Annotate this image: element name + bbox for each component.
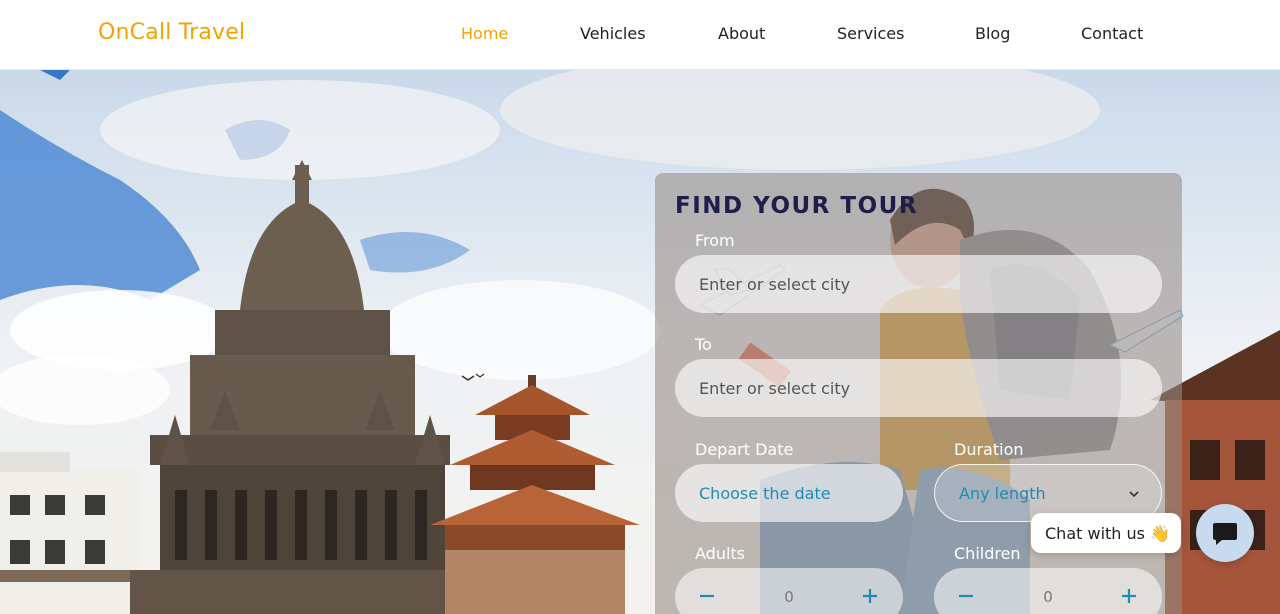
duration-value: Any length [959, 483, 1046, 503]
from-input[interactable]: Enter or select city [675, 255, 1162, 313]
brand-logo[interactable]: OnCall Travel [98, 20, 245, 45]
depart-date-input[interactable]: Choose the date [675, 464, 903, 522]
children-count[interactable]: 0 [1033, 588, 1063, 606]
chat-launcher-button[interactable] [1196, 504, 1254, 562]
nav-services[interactable]: Services [837, 24, 904, 43]
children-stepper: 0 [934, 568, 1162, 614]
panel-title: FIND YOUR TOUR [675, 193, 919, 219]
duration-label: Duration [954, 440, 1024, 459]
chat-with-us-bubble[interactable]: Chat with us 👋 [1031, 513, 1181, 553]
nav-about[interactable]: About [718, 24, 765, 43]
chat-label: Chat with us 👋 [1045, 523, 1170, 543]
depart-date-placeholder: Choose the date [699, 483, 831, 503]
from-label: From [695, 231, 735, 250]
to-input[interactable]: Enter or select city [675, 359, 1162, 417]
children-label: Children [954, 544, 1021, 563]
to-label: To [695, 335, 712, 354]
nav-contact[interactable]: Contact [1081, 24, 1143, 43]
top-navbar: OnCall Travel Home Vehicles About Servic… [0, 0, 1280, 70]
adults-count[interactable]: 0 [774, 588, 804, 606]
from-placeholder: Enter or select city [699, 274, 851, 294]
to-placeholder: Enter or select city [699, 378, 851, 398]
nav-home[interactable]: Home [461, 24, 508, 43]
plus-icon[interactable] [858, 584, 882, 608]
minus-icon[interactable] [954, 584, 978, 608]
adults-label: Adults [695, 544, 746, 563]
nav-blog[interactable]: Blog [975, 24, 1010, 43]
plus-icon[interactable] [1117, 584, 1141, 608]
chevron-down-icon [1129, 491, 1139, 498]
depart-date-label: Depart Date [695, 440, 794, 459]
nav-vehicles[interactable]: Vehicles [580, 24, 646, 43]
chat-icon [1213, 523, 1237, 545]
adults-stepper: 0 [675, 568, 903, 614]
minus-icon[interactable] [695, 584, 719, 608]
